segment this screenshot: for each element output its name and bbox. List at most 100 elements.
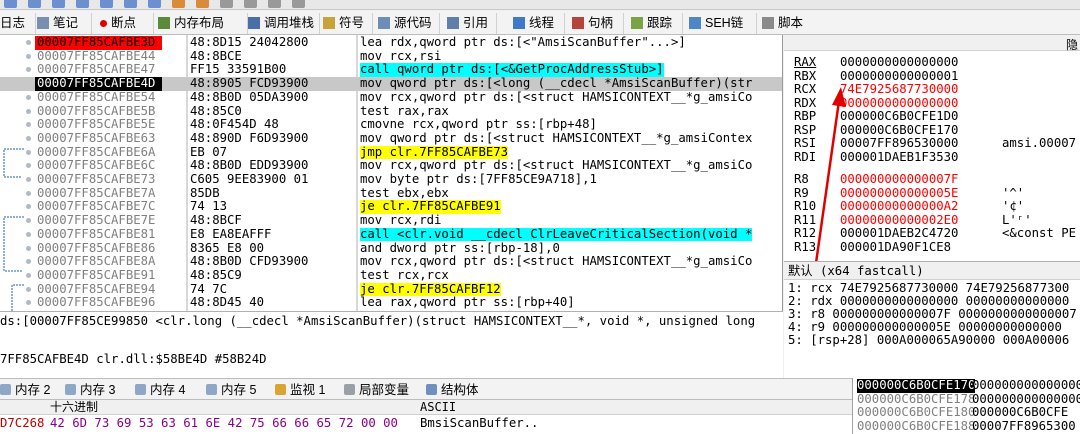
- disasm-row[interactable]: 00007FF85CAFBE96 48:8D45 40 lea rax,qword …: [0, 296, 782, 310]
- register-value[interactable]: 0000000000000000: [840, 55, 958, 69]
- disasm-row[interactable]: 00007FF85CAFBE7E 48:8BCF mov rcx,rdi: [0, 213, 782, 228]
- register-row[interactable]: RSI 00007FF896530000 amsi.00007: [784, 136, 1080, 150]
- tab-references[interactable]: 引用: [447, 13, 497, 34]
- tab-locals[interactable]: 局部变量: [344, 381, 409, 399]
- tab-memory-4[interactable]: 内存 4: [135, 381, 185, 399]
- disasm-row[interactable]: 00007FF85CAFBE44 48:8BCE mov rcx,rsi: [0, 49, 782, 64]
- register-value[interactable]: 74E7925687730000: [840, 82, 958, 96]
- disasm-row[interactable]: 00007FF85CAFBE47 FF15 33591B00 call qword …: [0, 63, 782, 77]
- register-row[interactable]: R8 000000000000007F: [784, 172, 1080, 186]
- disasm-row[interactable]: 00007FF85CAFBE8A 48:8B0D CFD93900 mov rcx,…: [0, 254, 782, 269]
- register-row[interactable]: RBX 0000000000000001: [784, 69, 1080, 83]
- register-row[interactable]: R13 000001DA90F1CE8: [784, 240, 1080, 254]
- hide-fpu-toggle[interactable]: 隐: [1066, 36, 1078, 53]
- tab-trace[interactable]: 跟踪: [631, 13, 683, 34]
- register-value[interactable]: 0000000000000001: [840, 69, 958, 83]
- tab-memory-5[interactable]: 内存 5: [206, 381, 256, 399]
- step-over-icon[interactable]: [28, 0, 41, 8]
- disasm-row[interactable]: 00007FF85CAFBE81 E8 EA8EAFFF call <clr.voi…: [0, 226, 782, 242]
- step-into-icon[interactable]: [4, 0, 17, 8]
- disasm-row[interactable]: 00007FF85CAFBE5B 48:85C0 test rax,rax: [0, 104, 782, 119]
- register-row[interactable]: RAX 0000000000000000: [784, 55, 1080, 69]
- tab-callstack[interactable]: 调用堆栈: [248, 13, 320, 34]
- tab-watch-1-label: 监视 1: [290, 383, 326, 397]
- register-value[interactable]: 00000000000000A2: [840, 199, 958, 213]
- disasm-row[interactable]: 00007FF85CAFBE6A EB 07 jmp clr.7FF85CAFBE7…: [0, 145, 782, 160]
- register-row[interactable]: R10 00000000000000A2 '¢': [784, 199, 1080, 213]
- animate-icon[interactable]: [100, 0, 113, 8]
- disasm-instruction: call <clr.void __cdecl ClrLeaveCriticalS…: [360, 226, 753, 242]
- disasm-row[interactable]: 00007FF85CAFBE73 C605 9EE83900 01 mov byte…: [0, 172, 782, 187]
- disasm-row[interactable]: 00007FF85CAFBE7C 74 13 je clr.7FF85CAFBE91: [0, 199, 782, 214]
- disasm-row[interactable]: 00007FF85CAFBE7A 85DB test ebx,ebx: [0, 186, 782, 201]
- trace-into-icon[interactable]: [124, 0, 137, 8]
- register-row[interactable]: RDX 0000000000000000: [784, 96, 1080, 110]
- register-row[interactable]: RBP 000000C6B0CFE1D0: [784, 109, 1080, 123]
- tab-notes[interactable]: 笔记: [37, 13, 92, 34]
- tab-struct[interactable]: 结构体: [426, 381, 479, 399]
- tab-memory-map[interactable]: 内存布局: [158, 13, 248, 34]
- stack-row[interactable]: 000000C6B0CFE188 00007FF8965300: [853, 419, 1080, 434]
- font-icon[interactable]: [292, 0, 305, 8]
- disasm-address: 00007FF85CAFBE8A: [37, 254, 156, 269]
- patch-icon[interactable]: [172, 0, 185, 8]
- memory-dump-view[interactable]: 十六进制 ASCII D7C268 42 6D 73 69 53 63 61 6…: [0, 400, 852, 434]
- register-value[interactable]: 000000000000007F: [840, 172, 958, 186]
- register-row[interactable]: R9 000000000000005E '^': [784, 186, 1080, 200]
- stack-row[interactable]: 000000C6B0CFE178 000000000000000: [853, 392, 1080, 407]
- disasm-row[interactable]: 00007FF85CAFBE6C 48:8B0D EDD93900 mov rcx,…: [0, 159, 782, 173]
- disasm-bytes: 48:8BCF: [190, 213, 242, 228]
- label-icon[interactable]: [220, 0, 233, 8]
- run-to-icon[interactable]: [76, 0, 89, 8]
- disasm-row[interactable]: 00007FF85CAFBE86 8365 E8 00 and dword ptr …: [0, 241, 782, 256]
- disasm-address: 00007FF85CAFBE94: [37, 281, 156, 296]
- step-out-icon[interactable]: [52, 0, 65, 8]
- tab-symbols[interactable]: 符号: [323, 13, 373, 34]
- register-value[interactable]: 000001DAEB1F3530: [840, 150, 958, 164]
- stack-view[interactable]: 000000C6B0CFE170 000000000000000 000000C6B…: [852, 378, 1080, 434]
- disasm-row[interactable]: 00007FF85CAFBE91 48:85C9 test rcx,rcx: [0, 268, 782, 283]
- stack-row[interactable]: 000000C6B0CFE170 000000000000000: [853, 378, 1080, 393]
- disasm-row[interactable]: 00007FF85CAFBE3D 48:8D15 24042800 lea rdx,…: [0, 35, 782, 50]
- tab-memory-3[interactable]: 内存 3: [65, 381, 115, 399]
- tab-threads[interactable]: 线程: [513, 13, 565, 34]
- call-convention-view[interactable]: 默认 (x64 fastcall) 1: rcx 74E792568773000…: [784, 261, 1080, 378]
- call-convention-selector[interactable]: 默认 (x64 fastcall): [784, 262, 1080, 280]
- hash-icon[interactable]: [268, 0, 281, 8]
- disasm-address: 00007FF85CAFBE7E: [37, 213, 156, 228]
- comment-icon[interactable]: [196, 0, 209, 8]
- register-row[interactable]: R11 00000000000002E0 L'ʳ': [784, 213, 1080, 227]
- disasm-row[interactable]: 00007FF85CAFBE4D 48:8905 FCD93900 mov qwor…: [0, 77, 782, 91]
- register-row[interactable]: R12 000001DAEB2C4720 <&const PE: [784, 226, 1080, 240]
- tab-handles[interactable]: 句柄: [572, 13, 624, 34]
- register-value[interactable]: 000001DA90F1CE8: [840, 240, 951, 254]
- register-row[interactable]: RCX 74E7925687730000: [784, 82, 1080, 96]
- register-value[interactable]: 0000000000000000: [840, 96, 958, 110]
- tab-log[interactable]: 日志: [0, 13, 36, 34]
- tab-breakpoints[interactable]: 断点: [97, 13, 154, 34]
- register-value[interactable]: 000000C6B0CFE170: [840, 123, 958, 137]
- disasm-instruction: je clr.7FF85CAFBF12: [360, 281, 501, 297]
- tab-source[interactable]: 源代码: [378, 13, 440, 34]
- register-row[interactable]: RDI 000001DAEB1F3530: [784, 150, 1080, 164]
- register-row[interactable]: RSP 000000C6B0CFE170: [784, 123, 1080, 137]
- disassembly-view[interactable]: 00007FF85CAFBE3D 48:8D15 24042800 lea rdx,…: [0, 35, 783, 311]
- register-value[interactable]: 000000C6B0CFE1D0: [840, 109, 958, 123]
- trace-over-icon[interactable]: [148, 0, 161, 8]
- register-value[interactable]: 000000000000005E: [840, 186, 958, 200]
- tab-watch-1[interactable]: 监视 1: [275, 381, 325, 399]
- disasm-row[interactable]: 00007FF85CAFBE5E 48:0F454D 48 cmovne rcx,q…: [0, 118, 782, 132]
- registers-view[interactable]: 隐 RAX 0000000000000000 RBX 0000000000000001…: [784, 35, 1080, 261]
- tab-seh[interactable]: SEH链: [689, 13, 757, 34]
- tab-memory-2[interactable]: 内存 2: [0, 381, 50, 399]
- disasm-row[interactable]: 00007FF85CAFBE54 48:8B0D 05DA3900 mov rcx,…: [0, 90, 782, 105]
- register-value[interactable]: 00000000000002E0: [840, 213, 958, 227]
- register-value[interactable]: 000001DAEB2C4720: [840, 226, 958, 240]
- tab-script[interactable]: 脚本: [762, 13, 810, 34]
- disasm-bytes: 74 13: [190, 199, 228, 214]
- function-icon[interactable]: [244, 0, 257, 8]
- disasm-row[interactable]: 00007FF85CAFBE63 48:890D F6D93900 mov qwor…: [0, 131, 782, 146]
- register-value[interactable]: 00007FF896530000: [840, 136, 958, 150]
- disasm-row[interactable]: 00007FF85CAFBE94 74 7C je clr.7FF85CAFBF12: [0, 281, 782, 297]
- stack-row[interactable]: 000000C6B0CFE180 000000C6B0CFE: [853, 405, 1080, 420]
